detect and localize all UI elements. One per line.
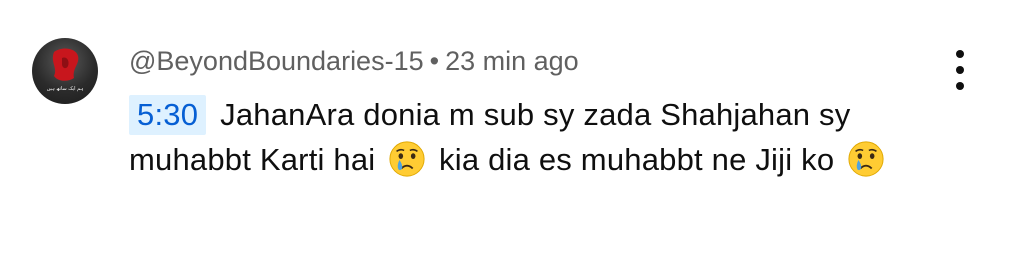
- comment-header: @BeyondBoundaries-15 • 23 min ago: [129, 44, 579, 78]
- comment-body: 5:30 JahanAra donia m sub sy zada Shahjah…: [129, 92, 949, 182]
- avatar-image: ہم ایک ساتھ ہیں: [47, 48, 84, 92]
- more-vertical-icon: [956, 50, 964, 58]
- crying-face-emoji-icon-2: [848, 141, 884, 177]
- more-vertical-icon-dot-2: [956, 66, 964, 74]
- more-options-button[interactable]: [946, 50, 974, 90]
- timestamp-link[interactable]: 5:30: [129, 95, 207, 135]
- meta-separator: •: [429, 46, 440, 76]
- comment-text-part-2: kia dia es muhabbt ne Jiji ko: [439, 142, 835, 177]
- more-vertical-icon-dot-3: [956, 82, 964, 90]
- channel-avatar[interactable]: ہم ایک ساتھ ہیں: [32, 38, 98, 104]
- avatar-caption: ہم ایک ساتھ ہیں: [47, 86, 84, 92]
- crying-face-emoji-icon: [389, 141, 425, 177]
- author-handle[interactable]: @BeyondBoundaries-15: [129, 46, 424, 76]
- time-ago[interactable]: 23 min ago: [445, 46, 579, 76]
